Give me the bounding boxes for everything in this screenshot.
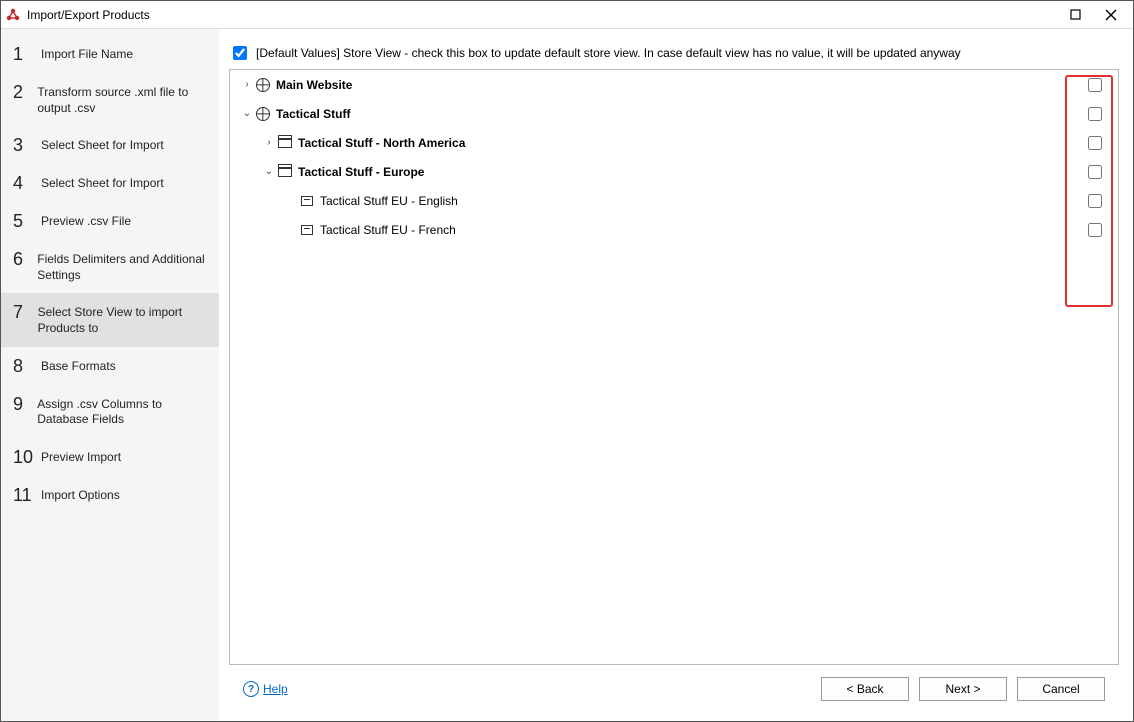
maximize-button[interactable] xyxy=(1057,2,1093,28)
step-number: 1 xyxy=(13,45,31,63)
titlebar: Import/Export Products xyxy=(1,1,1133,29)
app-icon xyxy=(5,7,21,23)
back-button[interactable]: < Back xyxy=(821,677,909,701)
tree-node-label: Tactical Stuff xyxy=(276,107,350,121)
tree-node-checkbox[interactable] xyxy=(1088,78,1102,92)
step-9[interactable]: 9 Assign .csv Columns to Database Fields xyxy=(1,385,219,438)
step-1[interactable]: 1 Import File Name xyxy=(1,35,219,73)
step-label: Import File Name xyxy=(41,45,133,63)
tree-row[interactable]: › Tactical Stuff - North America xyxy=(230,128,1118,157)
tree-node-label: Main Website xyxy=(276,78,352,92)
tree-node-checkbox[interactable] xyxy=(1088,136,1102,150)
step-label: Preview .csv File xyxy=(41,212,131,230)
tree-node-label: Tactical Stuff EU - English xyxy=(320,194,458,208)
steps-sidebar: 1 Import File Name 2 Transform source .xml … xyxy=(1,29,219,721)
close-button[interactable] xyxy=(1093,2,1129,28)
step-number: 10 xyxy=(13,448,31,466)
main-panel: [Default Values] Store View - check this… xyxy=(219,29,1133,721)
default-values-row: [Default Values] Store View - check this… xyxy=(229,43,1119,63)
tree-row[interactable]: ⌄ Tactical Stuff xyxy=(230,99,1118,128)
chevron-down-icon[interactable]: ⌄ xyxy=(262,166,276,177)
window-title: Import/Export Products xyxy=(27,8,1057,22)
chevron-right-icon[interactable]: › xyxy=(240,79,254,90)
help-icon: ? xyxy=(243,681,259,697)
step-number: 6 xyxy=(13,250,27,268)
default-values-checkbox[interactable] xyxy=(233,46,247,60)
step-number: 4 xyxy=(13,174,31,192)
storeview-icon xyxy=(298,196,316,206)
step-number: 8 xyxy=(13,357,31,375)
next-button[interactable]: Next > xyxy=(919,677,1007,701)
step-8[interactable]: 8 Base Formats xyxy=(1,347,219,385)
chevron-down-icon[interactable]: ⌄ xyxy=(240,108,254,119)
step-11[interactable]: 11 Import Options xyxy=(1,476,219,514)
chevron-right-icon[interactable]: › xyxy=(262,137,276,148)
footer: ? Help < Back Next > Cancel xyxy=(229,665,1119,713)
globe-icon xyxy=(254,107,272,121)
step-label: Select Sheet for Import xyxy=(41,174,164,192)
wizard-body: 1 Import File Name 2 Transform source .xml … xyxy=(1,29,1133,721)
tree-node-checkbox[interactable] xyxy=(1088,165,1102,179)
store-icon xyxy=(276,167,294,177)
tree-row[interactable]: Tactical Stuff EU - French xyxy=(230,215,1118,244)
step-label: Select Sheet for Import xyxy=(41,136,164,154)
step-number: 9 xyxy=(13,395,27,413)
step-number: 2 xyxy=(13,83,27,101)
tree-row[interactable]: ⌄ Tactical Stuff - Europe xyxy=(230,157,1118,186)
tree-node-checkbox[interactable] xyxy=(1088,107,1102,121)
tree-node-checkbox[interactable] xyxy=(1088,223,1102,237)
tree-node-label: Tactical Stuff - Europe xyxy=(298,165,424,179)
step-10[interactable]: 10 Preview Import xyxy=(1,438,219,476)
step-6[interactable]: 6 Fields Delimiters and Additional Settin… xyxy=(1,240,219,293)
step-label: Transform source .xml file to output .cs… xyxy=(37,83,207,116)
step-3[interactable]: 3 Select Sheet for Import xyxy=(1,126,219,164)
step-label: Preview Import xyxy=(41,448,121,466)
tree-row[interactable]: › Main Website xyxy=(230,70,1118,99)
step-label: Assign .csv Columns to Database Fields xyxy=(37,395,207,428)
tree-node-checkbox[interactable] xyxy=(1088,194,1102,208)
wizard-window: Import/Export Products 1 Import File Name… xyxy=(0,0,1134,722)
step-2[interactable]: 2 Transform source .xml file to output .c… xyxy=(1,73,219,126)
storeview-icon xyxy=(298,225,316,235)
default-values-label: [Default Values] Store View - check this… xyxy=(256,46,961,60)
tree-node-label: Tactical Stuff EU - French xyxy=(320,223,456,237)
step-4[interactable]: 4 Select Sheet for Import xyxy=(1,164,219,202)
step-number: 11 xyxy=(13,486,31,504)
step-number: 7 xyxy=(13,303,28,321)
globe-icon xyxy=(254,78,272,92)
step-number: 3 xyxy=(13,136,31,154)
help-link[interactable]: ? Help xyxy=(243,681,288,697)
step-7[interactable]: 7 Select Store View to import Products to xyxy=(1,293,219,346)
cancel-button[interactable]: Cancel xyxy=(1017,677,1105,701)
store-tree: › Main Website ⌄ Tactical Stuff › Tactical St… xyxy=(229,69,1119,665)
tree-row[interactable]: Tactical Stuff EU - English xyxy=(230,186,1118,215)
step-label: Fields Delimiters and Additional Setting… xyxy=(37,250,207,283)
tree-node-label: Tactical Stuff - North America xyxy=(298,136,465,150)
step-label: Select Store View to import Products to xyxy=(38,303,207,336)
step-label: Base Formats xyxy=(41,357,116,375)
step-number: 5 xyxy=(13,212,31,230)
store-icon xyxy=(276,138,294,148)
step-5[interactable]: 5 Preview .csv File xyxy=(1,202,219,240)
step-label: Import Options xyxy=(41,486,120,504)
